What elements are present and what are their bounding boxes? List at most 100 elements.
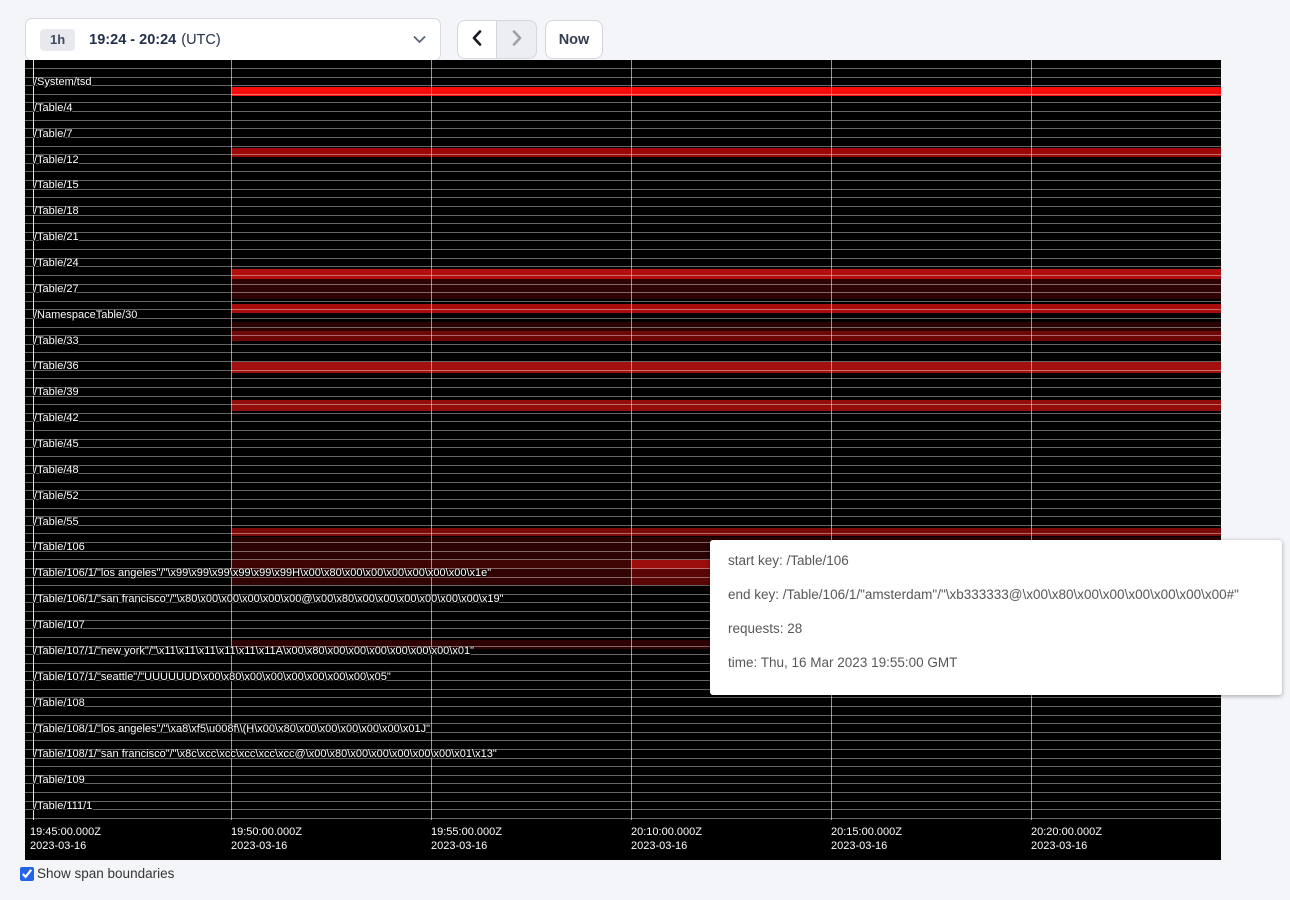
time-axis-label: 19:45:00.000Z 2023-03-16 (30, 825, 101, 853)
heatmap-band (1032, 400, 1221, 411)
heatmap-band (632, 148, 831, 157)
span-boundary-line (25, 223, 1221, 224)
chevron-left-icon (471, 30, 483, 49)
time-nav-group (457, 20, 537, 59)
span-boundary-line (25, 163, 1221, 164)
prev-time-button[interactable] (457, 20, 497, 59)
span-boundary-line (25, 370, 1221, 371)
span-boundary-line (25, 706, 1221, 707)
time-range-timezone: (UTC) (181, 32, 220, 48)
heatmap-band (232, 362, 431, 373)
heatmap-band (832, 148, 1031, 157)
span-boundary-line (25, 396, 1221, 397)
span-boundary-line (25, 85, 1221, 86)
heatmap-band (1032, 362, 1221, 373)
span-boundary-line (25, 818, 1221, 819)
span-boundary-line (25, 465, 1221, 466)
row-label: /Table/106/1/"los angeles"/"\x99\x99\x99… (34, 567, 491, 580)
span-boundary-line (25, 809, 1221, 810)
span-boundary-line (25, 439, 1221, 440)
now-button[interactable]: Now (545, 20, 603, 59)
span-boundary-line (25, 456, 1221, 457)
row-label: /Table/111/1 (34, 800, 92, 813)
span-boundaries-label: Show span boundaries (37, 866, 174, 881)
heatmap-band (432, 537, 631, 560)
time-range-selector[interactable]: 1h 19:24 - 20:24 (UTC) (25, 18, 441, 61)
span-boundary-line (25, 378, 1221, 379)
span-boundary-line (25, 171, 1221, 172)
row-label: /Table/15 (34, 179, 79, 192)
time-range-label: 19:24 - 20:24 (89, 32, 176, 48)
heatmap-band (232, 528, 431, 536)
span-boundary-line (25, 197, 1221, 198)
row-label: /Table/108/1/"los angeles"/"\xa8\xf5\u00… (34, 723, 430, 736)
chevron-right-icon (511, 30, 523, 49)
tooltip-start-key: start key: /Table/106 (728, 554, 1264, 568)
span-boundary-line (25, 473, 1221, 474)
heatmap-band (432, 148, 631, 157)
span-boundary-line (25, 783, 1221, 784)
key-visualizer-canvas[interactable]: start key: /Table/106 end key: /Table/10… (25, 60, 1221, 860)
row-label: /Table/107/1/"new york"/"\x11\x11\x11\x1… (34, 645, 474, 658)
row-label: /Table/33 (34, 335, 79, 348)
heatmap-band (832, 400, 1031, 411)
row-label: /Table/109 (34, 774, 85, 787)
heatmap-band (232, 148, 431, 157)
heatmap-band (432, 362, 631, 373)
span-boundary-line (25, 327, 1221, 328)
span-boundary-line (25, 490, 1221, 491)
span-boundary-line (25, 102, 1221, 103)
span-boundary-line (25, 508, 1221, 509)
span-boundary-line (25, 413, 1221, 414)
span-boundary-line (25, 421, 1221, 422)
heatmap-band (632, 528, 831, 536)
span-boundary-line (25, 499, 1221, 500)
row-label: /Table/7 (34, 128, 73, 141)
heatmap-band (1032, 279, 1221, 299)
span-boundary-line (25, 137, 1221, 138)
span-boundaries-toggle[interactable]: Show span boundaries (20, 866, 174, 881)
heatmap-band (1032, 148, 1221, 157)
heatmap-band (832, 279, 1031, 299)
time-axis-label: 20:20:00.000Z 2023-03-16 (1031, 825, 1102, 853)
heatmap-band (832, 528, 1031, 536)
span-boundary-line (25, 215, 1221, 216)
row-label: /Table/108/1/"san francisco"/"\x8c\xcc\x… (34, 748, 497, 761)
span-boundary-line (25, 189, 1221, 190)
span-boundary-line (25, 404, 1221, 405)
span-boundary-line (25, 301, 1221, 302)
row-label: /Table/106 (34, 541, 85, 554)
row-label: /Table/42 (34, 412, 79, 425)
span-boundary-line (25, 275, 1221, 276)
span-boundary-line (25, 284, 1221, 285)
show-span-boundaries-checkbox[interactable] (20, 867, 34, 881)
heatmap-band (832, 362, 1031, 373)
heatmap-band (232, 537, 431, 560)
span-boundary-line (25, 266, 1221, 267)
row-label: /Table/107 (34, 619, 85, 632)
span-boundary-line (25, 240, 1221, 241)
span-boundary-line (25, 146, 1221, 147)
span-boundary-line (25, 775, 1221, 776)
row-label: /Table/107/1/"seattle"/"UUUUUUD\x00\x80\… (34, 671, 391, 684)
span-boundary-line (25, 68, 1221, 69)
time-axis-label: 19:50:00.000Z 2023-03-16 (231, 825, 302, 853)
time-axis-label: 19:55:00.000Z 2023-03-16 (431, 825, 502, 853)
heatmap-band (432, 528, 631, 536)
span-boundary-line (25, 801, 1221, 802)
span-boundary-line (25, 94, 1221, 95)
row-label: /Table/12 (34, 154, 79, 167)
chevron-down-icon (413, 35, 426, 44)
row-label: /Table/24 (34, 257, 79, 270)
heatmap-band (432, 400, 631, 411)
span-boundary-line (25, 516, 1221, 517)
span-boundary-line (25, 128, 1221, 129)
row-label: /Table/36 (34, 360, 79, 373)
row-label: /Table/45 (34, 438, 79, 451)
span-boundary-line (25, 180, 1221, 181)
heatmap-band (632, 362, 831, 373)
span-boundary-line (25, 697, 1221, 698)
row-label: /Table/55 (34, 516, 79, 529)
span-boundary-line (25, 792, 1221, 793)
next-time-button[interactable] (497, 20, 537, 59)
